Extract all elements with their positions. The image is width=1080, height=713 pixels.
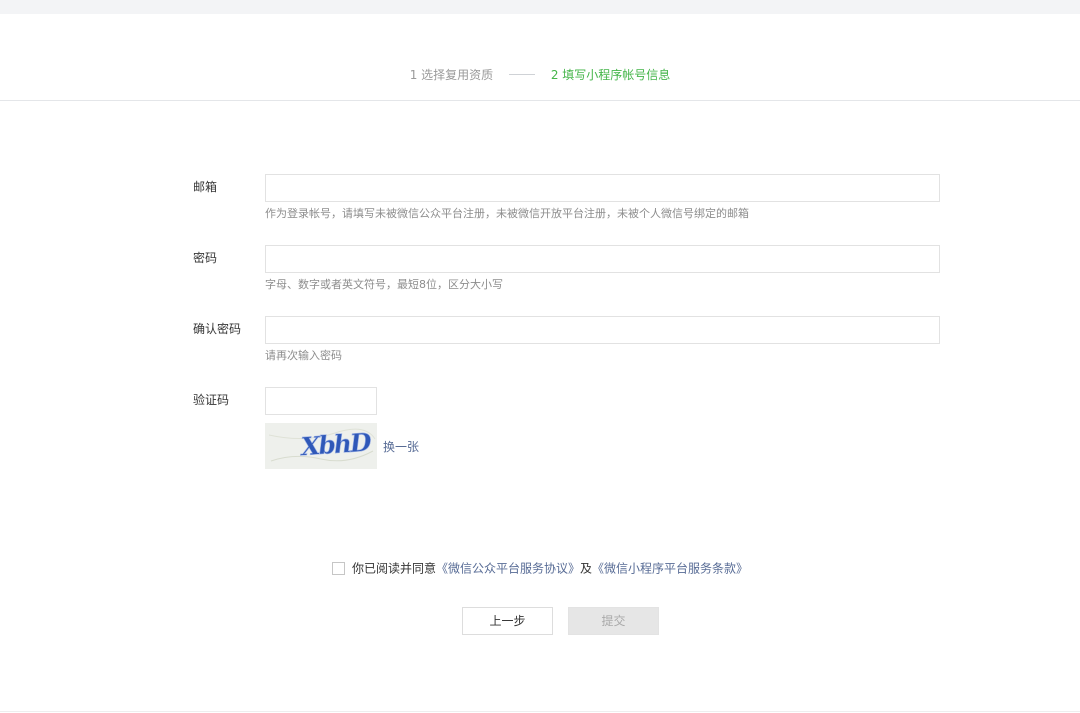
confirm-password-field[interactable] xyxy=(265,316,940,344)
step-indicator: 1 选择复用资质 2 填写小程序帐号信息 xyxy=(0,66,1080,83)
previous-step-button[interactable]: 上一步 xyxy=(462,607,553,635)
captcha-image-text: XbhD xyxy=(298,427,373,461)
service-agreement-link[interactable]: 《微信公众平台服务协议》 xyxy=(436,562,580,576)
step-select-qualification: 1 选择复用资质 xyxy=(409,67,494,82)
agreement-row: 你已阅读并同意《微信公众平台服务协议》及《微信小程序平台服务条款》 xyxy=(0,560,1080,577)
confirm-password-tip: 请再次输入密码 xyxy=(265,349,342,362)
email-label: 邮箱 xyxy=(193,180,218,194)
captcha-refresh-link[interactable]: 换一张 xyxy=(383,439,419,455)
email-tip: 作为登录帐号，请填写未被微信公众平台注册，未被微信开放平台注册，未被个人微信号绑… xyxy=(265,207,749,220)
step-separator xyxy=(509,74,535,75)
captcha-image-graphic: XbhD xyxy=(265,423,377,469)
captcha-image[interactable]: XbhD xyxy=(265,423,377,469)
mini-program-terms-link[interactable]: 《微信小程序平台服务条款》 xyxy=(592,562,748,576)
confirm-password-label: 确认密码 xyxy=(193,322,242,336)
agreement-text: 你已阅读并同意 xyxy=(351,561,436,576)
password-tip: 字母、数字或者英文符号，最短8位，区分大小写 xyxy=(265,278,503,291)
agreement-and: 及 xyxy=(580,561,593,576)
password-field[interactable] xyxy=(265,245,940,273)
captcha-label: 验证码 xyxy=(193,393,230,407)
top-strip xyxy=(0,0,1080,14)
submit-button[interactable]: 提交 xyxy=(568,607,659,635)
email-field[interactable] xyxy=(265,174,940,202)
step-fill-account-info: 2 填写小程序帐号信息 xyxy=(550,67,671,82)
step-indicator-bar: 1 选择复用资质 2 填写小程序帐号信息 xyxy=(0,14,1080,101)
captcha-field[interactable] xyxy=(265,387,377,415)
footer-divider xyxy=(0,711,1080,712)
agreement-checkbox[interactable] xyxy=(331,562,345,575)
password-label: 密码 xyxy=(193,251,218,265)
